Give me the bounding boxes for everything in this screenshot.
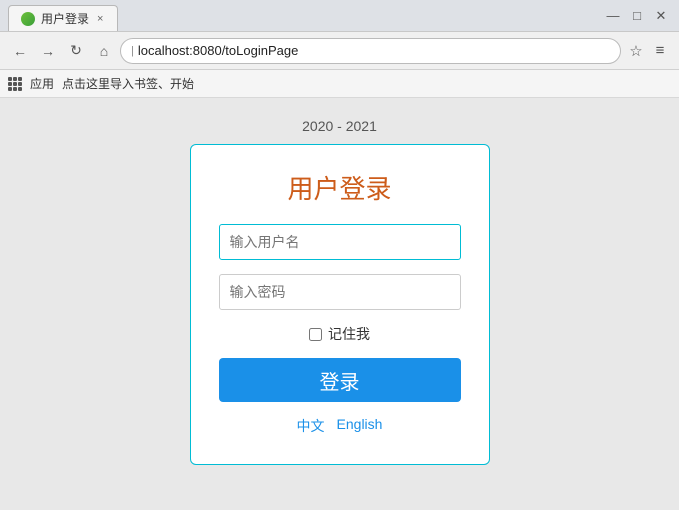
title-bar: 用户登录 × — □ ✕ bbox=[0, 0, 679, 32]
username-input[interactable] bbox=[219, 224, 461, 260]
login-card: 用户登录 记住我 登录 中文 English bbox=[190, 144, 490, 465]
language-row: 中文 English bbox=[297, 416, 383, 436]
password-input[interactable] bbox=[219, 274, 461, 310]
remember-checkbox[interactable] bbox=[309, 328, 322, 341]
remember-row: 记住我 bbox=[219, 324, 461, 344]
tab-area: 用户登录 × bbox=[8, 0, 603, 31]
tab-title: 用户登录 bbox=[41, 10, 89, 27]
browser-tab[interactable]: 用户登录 × bbox=[8, 5, 118, 31]
address-actions: ☆ ≡ bbox=[625, 40, 671, 62]
login-button[interactable]: 登录 bbox=[219, 358, 461, 402]
page-content: 2020 - 2021 用户登录 记住我 登录 中文 English bbox=[0, 98, 679, 510]
minimize-button[interactable]: — bbox=[603, 6, 623, 26]
url-bar[interactable]: | localhost:8080/toLoginPage bbox=[120, 38, 621, 64]
year-label: 2020 - 2021 bbox=[302, 118, 377, 134]
url-text: localhost:8080/toLoginPage bbox=[138, 43, 298, 58]
bookmark-link[interactable]: 点击这里导入书签、开始 bbox=[62, 75, 194, 92]
forward-button[interactable]: → bbox=[36, 39, 60, 63]
back-button[interactable]: ← bbox=[8, 39, 32, 63]
window-controls: — □ ✕ bbox=[603, 6, 671, 26]
menu-icon[interactable]: ≡ bbox=[649, 40, 671, 62]
remember-label: 记住我 bbox=[328, 324, 370, 344]
url-separator: | bbox=[131, 45, 134, 57]
close-button[interactable]: ✕ bbox=[651, 6, 671, 26]
home-button[interactable]: ⌂ bbox=[92, 39, 116, 63]
apps-label: 应用 bbox=[30, 75, 54, 92]
lang-english-link[interactable]: English bbox=[337, 416, 383, 436]
tab-close-button[interactable]: × bbox=[95, 13, 105, 25]
login-title: 用户登录 bbox=[287, 169, 391, 206]
bookmarks-bar: 应用 点击这里导入书签、开始 bbox=[0, 70, 679, 98]
tab-favicon bbox=[21, 12, 35, 26]
maximize-button[interactable]: □ bbox=[627, 6, 647, 26]
reload-button[interactable]: ↻ bbox=[64, 39, 88, 63]
lang-chinese-link[interactable]: 中文 bbox=[297, 416, 325, 436]
apps-grid-icon[interactable] bbox=[8, 77, 22, 91]
address-bar: ← → ↻ ⌂ | localhost:8080/toLoginPage ☆ ≡ bbox=[0, 32, 679, 70]
bookmark-icon[interactable]: ☆ bbox=[625, 40, 647, 62]
